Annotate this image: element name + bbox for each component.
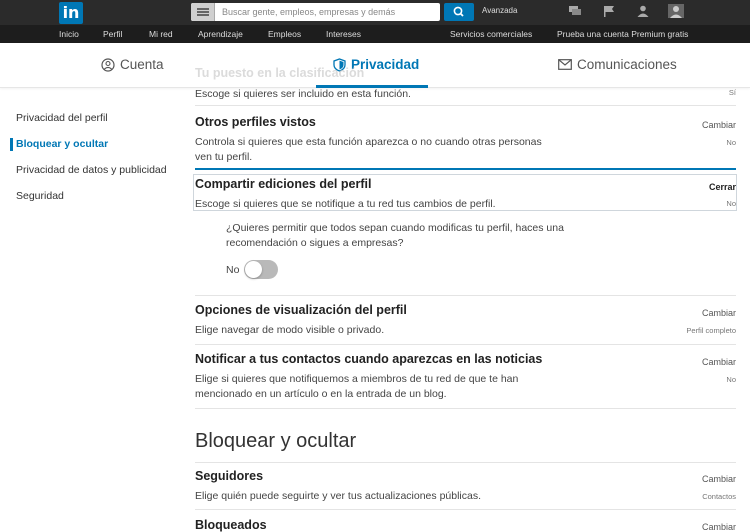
sidebar-item-security[interactable]: Seguridad bbox=[16, 190, 64, 202]
ranking-setting-title: Tu puesto en la clasificación bbox=[195, 66, 365, 80]
divider bbox=[195, 462, 736, 463]
people-icon[interactable] bbox=[636, 5, 650, 17]
followers-title: Seguidores bbox=[195, 469, 264, 483]
search-icon bbox=[453, 6, 464, 17]
divider bbox=[195, 295, 736, 296]
search-button[interactable] bbox=[444, 3, 474, 21]
notify-contacts-desc: Elige si quieres que notifiquemos a miem… bbox=[195, 373, 519, 400]
tab-account-label: Cuenta bbox=[120, 57, 164, 72]
nav-business-services[interactable]: Servicios comerciales bbox=[450, 29, 532, 39]
nav-home[interactable]: Inicio bbox=[59, 29, 79, 39]
tab-communications[interactable]: Comunicaciones bbox=[558, 57, 677, 72]
followers-value: Contactos bbox=[702, 492, 736, 501]
toggle-knob bbox=[245, 261, 262, 278]
notify-contacts-value: No bbox=[726, 375, 736, 384]
divider bbox=[195, 105, 736, 106]
share-edits-close-button[interactable]: Cerrar bbox=[709, 182, 736, 192]
menu-icon[interactable] bbox=[191, 3, 215, 21]
other-profiles-change-button[interactable]: Cambiar bbox=[702, 120, 736, 130]
blocked-change-button[interactable]: Cambiar bbox=[702, 522, 736, 532]
sidebar-item-block-hide[interactable]: Bloquear y ocultar bbox=[16, 138, 108, 150]
nav-learning[interactable]: Aprendizaje bbox=[198, 29, 243, 39]
share-edits-toggle[interactable] bbox=[244, 260, 278, 279]
other-profiles-desc: Controla si quieres que esta función apa… bbox=[195, 136, 542, 163]
flag-icon[interactable] bbox=[602, 5, 616, 17]
share-edits-desc: Escoge si quieres que se notifique a tu … bbox=[195, 198, 496, 210]
envelope-icon bbox=[558, 59, 572, 70]
other-profiles-value: No bbox=[726, 138, 736, 147]
linkedin-logo[interactable]: in bbox=[59, 2, 83, 24]
top-bar: in Avanzada bbox=[0, 0, 750, 25]
sidebar-item-data-privacy[interactable]: Privacidad de datos y publicidad bbox=[16, 164, 167, 176]
sidebar-item-profile-privacy[interactable]: Privacidad del perfil bbox=[16, 112, 108, 124]
ranking-setting-desc: Escoge si quieres ser incluido en esta f… bbox=[195, 88, 411, 100]
nav-jobs[interactable]: Empleos bbox=[268, 29, 301, 39]
user-circle-icon bbox=[101, 57, 115, 72]
other-profiles-title: Otros perfiles vistos bbox=[195, 115, 316, 129]
view-options-change-button[interactable]: Cambiar bbox=[702, 308, 736, 318]
notify-contacts-change-button[interactable]: Cambiar bbox=[702, 357, 736, 367]
sidebar-active-indicator bbox=[10, 138, 13, 151]
nav-profile[interactable]: Perfil bbox=[103, 29, 122, 39]
advanced-search-link[interactable]: Avanzada bbox=[482, 6, 517, 15]
nav-premium-trial[interactable]: Prueba una cuenta Premium gratis bbox=[557, 29, 688, 39]
share-edits-toggle-label: No bbox=[226, 264, 240, 276]
view-options-desc: Elige navegar de modo visible o privado. bbox=[195, 324, 385, 336]
tab-communications-label: Comunicaciones bbox=[577, 57, 677, 72]
avatar-icon[interactable] bbox=[668, 4, 684, 18]
share-edits-title: Compartir ediciones del perfil bbox=[195, 177, 372, 191]
view-options-value: Perfil completo bbox=[686, 326, 736, 335]
share-edits-question: ¿Quieres permitir que todos sepan cuando… bbox=[226, 222, 564, 249]
divider bbox=[195, 408, 736, 409]
settings-tab-bar: Cuenta Privacidad Comunicaciones bbox=[0, 43, 750, 88]
section-heading-block-hide: Bloquear y ocultar bbox=[195, 430, 357, 452]
divider bbox=[195, 344, 736, 345]
ranking-setting-value: Sí bbox=[728, 88, 736, 97]
search-box bbox=[191, 3, 440, 21]
nav-network[interactable]: Mi red bbox=[149, 29, 173, 39]
main-nav: Inicio Perfil Mi red Aprendizaje Empleos… bbox=[0, 25, 750, 43]
blocked-title: Bloqueados bbox=[195, 518, 267, 532]
search-input[interactable] bbox=[215, 3, 440, 21]
divider bbox=[195, 509, 736, 510]
notify-contacts-title: Notificar a tus contactos cuando aparezc… bbox=[195, 352, 543, 366]
active-divider bbox=[195, 168, 736, 170]
tab-account[interactable]: Cuenta bbox=[101, 57, 164, 72]
messages-icon[interactable] bbox=[568, 5, 582, 17]
nav-interests[interactable]: Intereses bbox=[326, 29, 361, 39]
followers-change-button[interactable]: Cambiar bbox=[702, 474, 736, 484]
share-edits-value: No bbox=[726, 199, 736, 208]
view-options-title: Opciones de visualización del perfil bbox=[195, 303, 407, 317]
followers-desc: Elige quién puede seguirte y ver tus act… bbox=[195, 490, 482, 502]
